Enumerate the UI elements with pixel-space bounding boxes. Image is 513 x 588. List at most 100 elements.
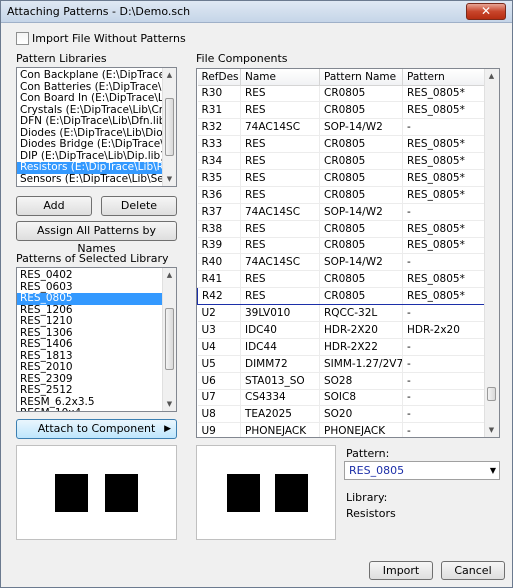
cell-name: CS4334 (240, 389, 320, 407)
cell-pattern-name: RQCC-32L (319, 304, 403, 322)
list-item[interactable]: RES_0402 (17, 270, 162, 282)
list-item[interactable]: RES_1406 (17, 339, 162, 351)
list-item[interactable]: RES_0805 (17, 293, 162, 305)
pad-right (275, 474, 308, 512)
table-row[interactable]: R30 RES CR0805 RES_0805* (197, 85, 486, 103)
list-item[interactable]: RES_0603 (17, 282, 162, 294)
table-row[interactable]: R38 RES CR0805 RES_0805* (197, 220, 486, 238)
list-item[interactable]: Resistors (E:\DipTrace\Lib\Res. (17, 162, 162, 174)
table-row[interactable]: U6 STA013_SO SO28- (197, 372, 486, 390)
table-row[interactable]: R41 RES CR0805 RES_0805* (197, 270, 486, 289)
cell-name: 74AC14SC (240, 253, 320, 272)
scroll-thumb[interactable] (487, 387, 496, 401)
play-arrow-icon: ▶ (164, 424, 171, 434)
patterns-scrollbar[interactable]: ▲ ▼ (162, 268, 176, 411)
cell-refdes: U2 (197, 304, 241, 322)
cell-pattern-name: CR0805 (319, 186, 403, 204)
table-row[interactable]: U8 TEA2025 SO20- (197, 405, 486, 424)
cell-pattern: RES_0805* (402, 220, 486, 238)
component-pattern-preview (196, 445, 336, 540)
table-row[interactable]: R32 74AC14SC SOP-14/W2- (197, 118, 486, 137)
patterns-items: RES_0402 RES_0603 RES_0805 RES_1206 RES_1210… (17, 270, 162, 411)
list-item[interactable]: RESM_6.2x3.5 (17, 397, 162, 409)
table-row[interactable]: U2 39LV010 RQCC-32L - (197, 304, 486, 322)
cell-name: RES (240, 135, 320, 154)
list-item[interactable]: DIP (E:\DipTrace\Lib\Dip.lib) (17, 151, 162, 163)
table-row[interactable]: U9 PHONEJACK PHONEJACK - (197, 422, 486, 437)
cancel-button[interactable]: Cancel (441, 561, 505, 580)
cell-pattern-name: CR0805 (319, 237, 403, 255)
cell-pattern: RES_0805* (402, 169, 486, 187)
table-row[interactable]: R36 RES CR0805 RES_0805* (197, 186, 486, 204)
list-item[interactable]: Diodes Bridge (E:\DipTrace\Lib\ (17, 139, 162, 151)
pattern-libraries-scrollbar[interactable]: ▲ ▼ (162, 68, 176, 186)
file-components-scrollbar[interactable]: ▲ ▼ (484, 69, 499, 437)
file-components-table[interactable]: RefDes Name Pattern Name Pattern R30 RES C… (196, 68, 500, 438)
attach-label: Attach to Component (37, 422, 156, 435)
assign-all-patterns-button[interactable]: Assign All Patterns by Names (16, 221, 177, 255)
pad-left (55, 474, 88, 512)
scroll-down-icon[interactable]: ▼ (163, 173, 176, 185)
table-row[interactable]: R31 RES CR0805 RES_0805* (197, 101, 486, 120)
table-row[interactable]: R39 RES CR0805 RES_0805* (197, 237, 486, 255)
attach-to-component-button[interactable]: Attach to Component ▶ (16, 419, 177, 439)
import-button[interactable]: Import (369, 561, 433, 580)
scroll-up-icon[interactable]: ▲ (485, 70, 498, 82)
cell-refdes: R41 (197, 270, 241, 289)
list-item[interactable]: RES_2309 (17, 374, 162, 386)
scroll-thumb[interactable] (165, 98, 174, 156)
add-library-button[interactable]: Add (16, 196, 92, 216)
table-row[interactable]: R35 RES CR0805 RES_0805* (197, 169, 486, 187)
list-item[interactable]: Con Board In (E:\DipTrace\Lib\ (17, 93, 162, 105)
list-item[interactable]: RES_1210 (17, 316, 162, 328)
pattern-select[interactable]: RES_0805 ▼ (344, 461, 500, 480)
import-without-patterns-checkbox[interactable] (16, 32, 29, 45)
list-item[interactable]: RES_1813 (17, 351, 162, 363)
table-row[interactable]: U3 IDC40 HDR-2X20 HDR-2x20 (197, 321, 486, 339)
list-item[interactable]: Diodes (E:\DipTrace\Lib\Diodes (17, 128, 162, 140)
column-header-name[interactable]: Name (240, 69, 320, 86)
list-item[interactable]: RESM_10x4 (17, 408, 162, 411)
table-row[interactable]: R37 74AC14SC SOP-14/W2- (197, 203, 486, 221)
table-row[interactable]: U4 IDC44 HDR-2X22- (197, 338, 486, 356)
list-item[interactable]: RES_1206 (17, 305, 162, 317)
scroll-up-icon[interactable]: ▲ (163, 269, 176, 281)
pattern-libraries-list[interactable]: Con Backplane (E:\DipTrace\Lib\Con Batte… (16, 67, 177, 187)
list-item[interactable]: RES_1306 (17, 328, 162, 340)
chevron-down-icon[interactable]: ▼ (490, 462, 496, 479)
list-item[interactable]: DFN (E:\DipTrace\Lib\Dfn.lib) (17, 116, 162, 128)
column-header-refdes[interactable]: RefDes (197, 69, 241, 86)
close-button[interactable]: ✕ (466, 3, 506, 20)
cell-pattern: RES_0805* (402, 152, 486, 170)
delete-library-button[interactable]: Delete (101, 196, 177, 216)
table-row[interactable]: U5 DIMM72 SIMM-1.27/2V72- (197, 355, 486, 373)
scroll-down-icon[interactable]: ▼ (163, 398, 176, 410)
pattern-libraries-heading: Pattern Libraries (16, 52, 107, 65)
list-item[interactable]: RES_2010 (17, 362, 162, 374)
scroll-thumb[interactable] (165, 308, 174, 370)
list-item[interactable]: Crystals (E:\DipTrace\Lib\Crysta (17, 105, 162, 117)
scroll-up-icon[interactable]: ▲ (163, 69, 176, 81)
table-row[interactable]: U7 CS4334 SOIC8- (197, 389, 486, 407)
cell-refdes: R38 (197, 220, 241, 238)
scroll-down-icon[interactable]: ▼ (485, 424, 498, 436)
column-header-pattern[interactable]: Pattern (402, 69, 486, 86)
table-row[interactable]: R34 RES CR0805 RES_0805* (197, 152, 486, 170)
list-item[interactable]: Sensors (E:\DipTrace\Lib\Senso (17, 174, 162, 186)
cell-pattern: - (402, 389, 486, 407)
cell-refdes: U7 (197, 389, 241, 407)
cell-pattern: - (402, 118, 486, 137)
cell-pattern-name: SOIC8 (319, 389, 403, 407)
list-item[interactable]: Con Backplane (E:\DipTrace\Lib\ (17, 70, 162, 82)
list-item[interactable]: RES_2512 (17, 385, 162, 397)
column-header-pattern-name[interactable]: Pattern Name (319, 69, 403, 86)
patterns-list[interactable]: RES_0402 RES_0603 RES_0805 RES_1206 RES_1210… (16, 267, 177, 412)
table-row[interactable]: R33 RES CR0805 RES_0805* (197, 135, 486, 154)
cell-name: RES (240, 169, 320, 187)
cell-pattern-name: CR0805 (319, 152, 403, 170)
table-row[interactable]: R40 74AC14SC SOP-14/W2- (197, 253, 486, 272)
list-item[interactable]: Con Batteries (E:\DipTrace\Lib\ (17, 82, 162, 94)
table-row[interactable]: R42 RES CR0805 RES_0805* (197, 287, 486, 306)
pad-right (105, 474, 138, 512)
cell-pattern-name: SIMM-1.27/2V72 (319, 355, 403, 373)
